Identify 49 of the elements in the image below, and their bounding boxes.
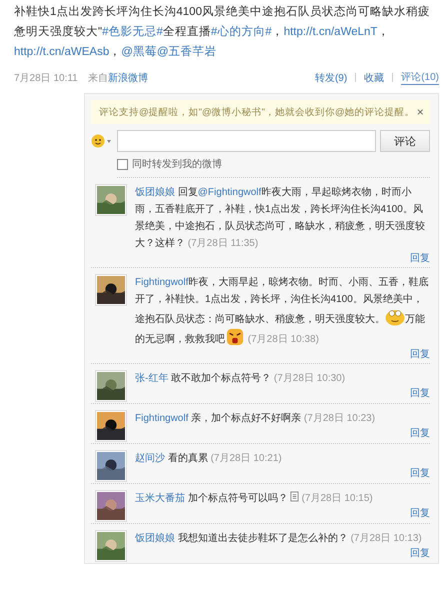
user-link[interactable]: Fightingwolf xyxy=(135,413,188,424)
repost-label: 同时转发到我的微博 xyxy=(132,158,222,171)
reply-link[interactable]: 回复 xyxy=(410,349,430,360)
user-link[interactable]: 饭团娘娘 xyxy=(135,533,175,544)
comment-text: 赵间沙 看的真累 (7月28日 10:21) xyxy=(135,452,283,466)
post-time: 7月28日 10:11 xyxy=(14,72,78,84)
comment-text: 张-红年 敢不敢加个标点符号？ (7月28日 10:30) xyxy=(135,372,346,386)
comment-time: (7月28日 10:13) xyxy=(350,533,422,544)
emoticon-picker-icon[interactable] xyxy=(91,134,113,148)
reply-link[interactable]: 回复 xyxy=(410,468,430,479)
post-text: 补鞋快1点出发跨长坪沟住长沟4100风景绝美中途抱石队员状态尚可略缺水稍疲惫明天强度较大"#色影无忌#全程直播#心的方向#，http://t.cn/aWeLnT， http://t.cn/aWEAsb，@黑莓@五香芊岩 xyxy=(14,4,431,60)
mention-link[interactable]: @Fightingwolf xyxy=(198,187,262,198)
comment-time: (7月28日 10:15) xyxy=(302,493,373,504)
repost-checkbox[interactable] xyxy=(117,158,128,170)
reply-link[interactable]: 回复 xyxy=(410,253,430,264)
post-action-link[interactable]: 收藏 xyxy=(364,70,384,84)
comment-text: 玉米大番茄 加个标点符号可以吗？ (7月28日 10:15) xyxy=(135,490,374,506)
comment-submit-button[interactable]: 评论 xyxy=(380,130,430,152)
user-link[interactable]: Fightingwolf xyxy=(135,277,188,288)
comment-time: (7月28日 10:38) xyxy=(248,334,319,345)
post-link[interactable]: #心的方向# xyxy=(210,26,272,38)
tip-text: 评论支持@提醒啦，如"@微博小秘书"，她就会收到你@她的评论提醒。 xyxy=(99,106,415,118)
reply-link[interactable]: 回复 xyxy=(410,428,430,439)
post-link[interactable]: #色影无忌# xyxy=(102,26,163,38)
comment-text: Fightingwolf昨夜，大雨早起，晾烤衣物。时而、小雨、五香，鞋底开了，补鞋快。1点出发，跨长坪，沟住长沟4100。风景绝美中，途抱石队员状态：尚可略缺水、稍疲惫，明天强度较大。 万能的无忌啊，救救我吧 (7月28日 10:38) xyxy=(135,276,430,348)
post-link[interactable]: @黑莓 xyxy=(121,46,157,58)
post-action-link[interactable]: 转发(9) xyxy=(314,70,348,84)
reply-link[interactable]: 回复 xyxy=(410,548,430,559)
comment-time: (7月28日 10:23) xyxy=(304,413,376,424)
user-link[interactable]: 玉米大番茄 xyxy=(135,493,185,504)
post-link[interactable]: http://t.cn/aWEAsb xyxy=(14,46,110,58)
user-link[interactable]: 张-红年 xyxy=(135,373,168,384)
comment-time: (7月28日 10:30) xyxy=(274,373,346,384)
post-link[interactable]: @五香芊岩 xyxy=(156,46,217,58)
reply-link[interactable]: 回复 xyxy=(410,388,430,399)
post-action-link[interactable]: 评论(10) xyxy=(401,70,439,85)
source-label: 来自 xyxy=(88,72,108,84)
comment-text: Fightingwolf 亲，加个标点好不好啊亲 (7月28日 10:23) xyxy=(135,412,376,426)
comment-text: 饭团娘娘 回复@Fightingwolf昨夜大雨，早起晾烤衣物，时而小雨，五香鞋底开了，补鞋，快1点出发，跨长坪沟住长沟4100。风景绝美，中途抱石，队员状态尚可，略缺水，稍疲惫，明天强度较大？这样？ (7月28日 11:35) xyxy=(135,186,426,251)
comment-input[interactable] xyxy=(117,130,376,152)
close-button[interactable]: × xyxy=(414,105,426,119)
reply-link[interactable]: 回复 xyxy=(410,508,430,519)
user-link[interactable]: 饭团娘娘 xyxy=(135,187,175,198)
comment-text: 饭团娘娘 我想知道出去徒步鞋坏了是怎么补的？ (7月28日 10:13) xyxy=(135,532,423,546)
user-link[interactable]: 赵间沙 xyxy=(135,453,165,464)
post-link[interactable]: http://t.cn/aWeLnT xyxy=(284,26,378,38)
source-link[interactable]: 新浪微博 xyxy=(108,70,148,84)
comment-time: (7月28日 11:35) xyxy=(188,238,258,249)
comment-time: (7月28日 10:21) xyxy=(210,453,282,464)
